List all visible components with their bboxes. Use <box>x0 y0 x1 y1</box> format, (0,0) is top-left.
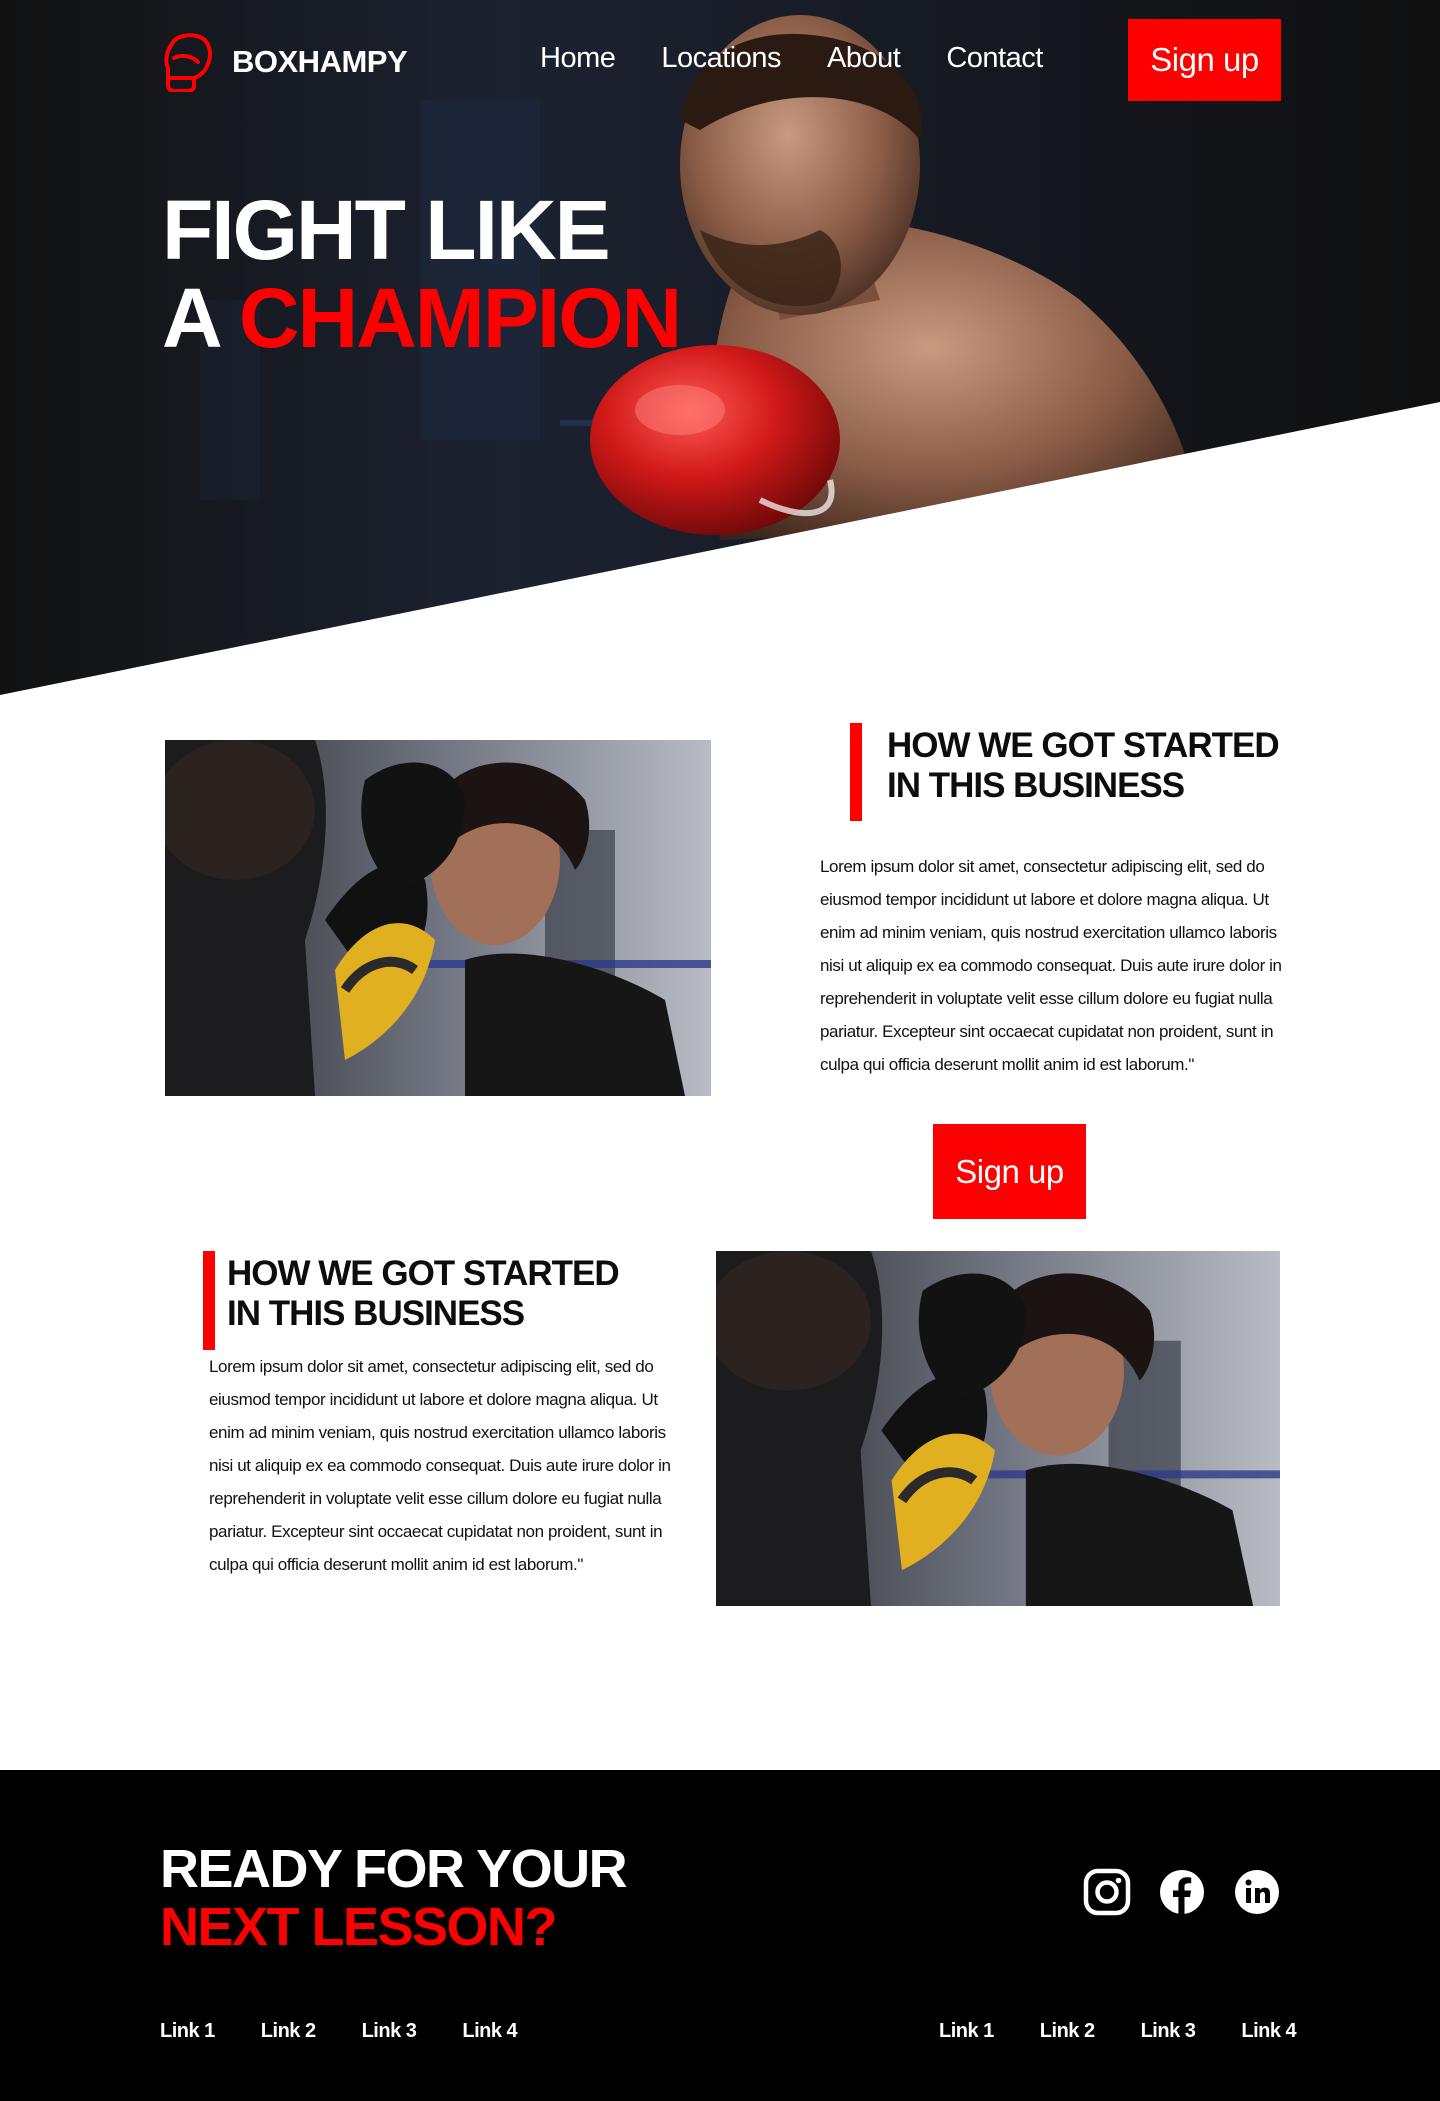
footer-title-line1: READY FOR YOUR <box>160 1839 628 1899</box>
footer-title-line2: NEXT LESSON? <box>160 1897 558 1957</box>
footer-right-link-4[interactable]: Link 4 <box>1241 2020 1296 2043</box>
linkedin-icon[interactable] <box>1233 1868 1281 1916</box>
hero-section: BOXHAMPY Home Locations About Contact Si… <box>0 0 1440 700</box>
nav-link-home[interactable]: Home <box>540 42 616 75</box>
section1-heading-line1: HOW WE GOT STARTED <box>887 726 1280 765</box>
nav-link-locations[interactable]: Locations <box>661 42 781 75</box>
footer-left-link-1[interactable]: Link 1 <box>160 2020 215 2043</box>
section2-heading-accent-bar <box>203 1251 215 1350</box>
boxing-training-photo-2 <box>716 1251 1280 1606</box>
section1-heading-line2: IN THIS BUSINESS <box>887 766 1185 805</box>
brand-name: BOXHAMPY <box>232 44 408 79</box>
nav-link-about[interactable]: About <box>827 42 901 75</box>
section1-heading: HOW WE GOT STARTED IN THIS BUSINESS <box>887 726 1280 806</box>
footer-left-link-4[interactable]: Link 4 <box>462 2020 517 2043</box>
hero-title: FIGHT LIKE A CHAMPION <box>162 183 682 365</box>
top-navigation: BOXHAMPY Home Locations About Contact Si… <box>0 0 1440 125</box>
instagram-icon[interactable] <box>1083 1868 1131 1916</box>
facebook-icon[interactable] <box>1158 1868 1206 1916</box>
boxing-glove-icon <box>164 33 212 92</box>
footer: READY FOR YOUR NEXT LESSON? Link 1 Link … <box>0 1770 1440 2101</box>
section2-heading-line2: IN THIS BUSINESS <box>227 1294 525 1333</box>
brand-logo[interactable]: BOXHAMPY <box>160 32 408 92</box>
section2-heading: HOW WE GOT STARTED IN THIS BUSINESS <box>227 1254 620 1334</box>
social-links <box>1083 1868 1281 1916</box>
section1-heading-accent-bar <box>850 723 862 821</box>
footer-right-link-1[interactable]: Link 1 <box>939 2020 994 2043</box>
footer-right-link-2[interactable]: Link 2 <box>1040 2020 1095 2043</box>
section1-signup-button[interactable]: Sign up <box>933 1124 1086 1219</box>
boxing-training-photo-1 <box>165 740 711 1096</box>
footer-left-link-3[interactable]: Link 3 <box>362 2020 417 2043</box>
section2-body-text: Lorem ipsum dolor sit amet, consectetur … <box>209 1357 671 1574</box>
nav-link-contact[interactable]: Contact <box>946 42 1043 75</box>
footer-left-link-2[interactable]: Link 2 <box>261 2020 316 2043</box>
section1-body-text: Lorem ipsum dolor sit amet, consectetur … <box>820 857 1282 1074</box>
footer-title: READY FOR YOUR NEXT LESSON? <box>160 1839 628 1957</box>
section2-heading-line1: HOW WE GOT STARTED <box>227 1254 620 1293</box>
hero-title-line2-prefix: A <box>162 271 239 365</box>
footer-right-link-3[interactable]: Link 3 <box>1141 2020 1196 2043</box>
footer-links-left: Link 1 Link 2 Link 3 Link 4 <box>160 2020 563 2043</box>
nav-links: Home Locations About Contact <box>540 42 1089 75</box>
section1-heading-block: HOW WE GOT STARTED IN THIS BUSINESS <box>850 723 1280 823</box>
hero-title-line1: FIGHT LIKE <box>162 183 611 277</box>
footer-links-right: Link 1 Link 2 Link 3 Link 4 <box>939 2020 1342 2043</box>
nav-signup-button[interactable]: Sign up <box>1128 19 1281 101</box>
hero-title-accent: CHAMPION <box>238 271 682 365</box>
section2-heading-block: HOW WE GOT STARTED IN THIS BUSINESS <box>203 1251 620 1351</box>
